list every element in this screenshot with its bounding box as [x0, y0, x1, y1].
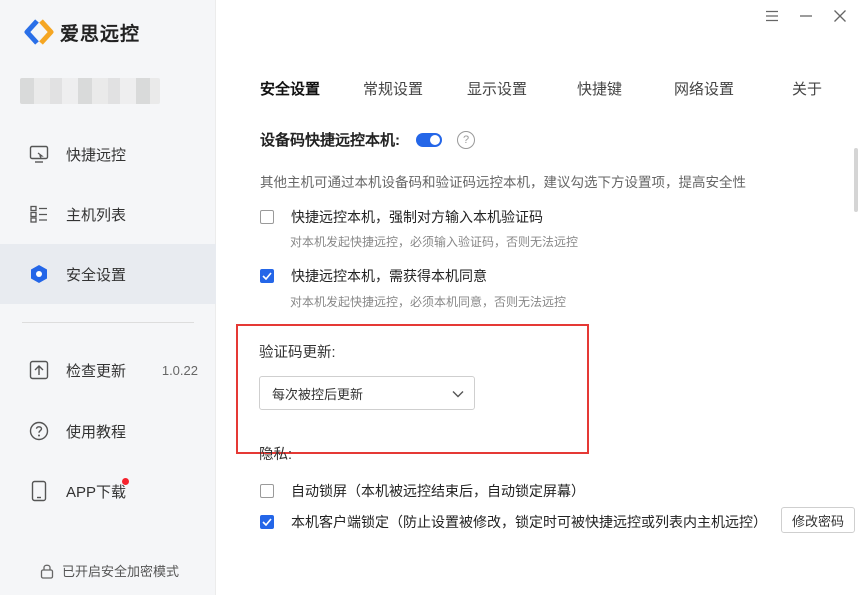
menu-icon[interactable]: [764, 8, 780, 24]
sidebar-item-label: 主机列表: [66, 206, 127, 224]
sidebar-item-tutorial[interactable]: 使用教程: [0, 401, 216, 461]
app-logo-icon: [24, 19, 54, 45]
sidebar-divider: [22, 322, 194, 323]
code-update-label: 验证码更新:: [259, 345, 336, 361]
notification-dot: [122, 478, 129, 485]
tab-general-settings[interactable]: 常规设置: [363, 78, 423, 99]
version-label: 1.0.22: [161, 362, 198, 378]
option-sub-row: 对本机发起快捷远控，必须本机同意，否则无法远控: [290, 293, 566, 310]
change-password-button[interactable]: 修改密码: [781, 507, 855, 533]
option-label: 自动锁屏（本机被远控结束后，自动锁定屏幕）: [291, 483, 585, 499]
option-sub-description: 对本机发起快捷远控，必须输入验证码，否则无法远控: [290, 235, 579, 249]
option-label: 快捷远控本机，强制对方输入本机验证码: [291, 209, 543, 225]
list-icon: [28, 203, 50, 225]
tab-shortcuts[interactable]: 快捷键: [577, 78, 622, 99]
option-label: 本机客户端锁定（防止设置被修改，锁定时可被快捷远控或列表内主机远控）: [291, 514, 767, 530]
option-client-lock[interactable]: 本机客户端锁定（防止设置被修改，锁定时可被快捷远控或列表内主机远控）: [260, 512, 767, 532]
option-auto-lock[interactable]: 自动锁屏（本机被远控结束后，自动锁定屏幕）: [260, 481, 585, 501]
scrollbar[interactable]: [854, 148, 858, 212]
minimize-icon[interactable]: [798, 8, 814, 24]
option-label: 快捷远控本机，需获得本机同意: [291, 268, 487, 284]
tab-about[interactable]: 关于: [792, 78, 822, 99]
sidebar-item-label: 快捷远控: [66, 146, 127, 164]
sidebar-item-quick-remote[interactable]: 快捷远控: [0, 124, 216, 184]
lock-icon: [40, 563, 54, 579]
brand: 爱思远控: [24, 18, 140, 46]
code-update-selected-value: 每次被控后更新: [272, 386, 364, 402]
client-lock-checkbox[interactable]: [260, 515, 274, 529]
shield-icon: [28, 263, 50, 285]
code-update-select[interactable]: 每次被控后更新: [259, 376, 475, 410]
privacy-label-row: 隐私:: [259, 443, 292, 464]
sidebar-item-label: 安全设置: [66, 266, 127, 284]
sidebar-item-security-settings[interactable]: 安全设置: [0, 244, 216, 304]
phone-icon: [28, 480, 50, 502]
checkmark-icon: [262, 272, 272, 280]
option-sub-description: 对本机发起快捷远控，必须本机同意，否则无法远控: [290, 295, 567, 309]
privacy-label: 隐私:: [259, 447, 293, 463]
upload-icon: [28, 359, 50, 381]
option-sub-row: 对本机发起快捷远控，必须输入验证码，否则无法远控: [290, 233, 578, 250]
user-avatar-blurred[interactable]: [20, 78, 160, 104]
tab-display-settings[interactable]: 显示设置: [467, 78, 527, 99]
remote-desktop-icon: [28, 143, 50, 165]
tab-network-settings[interactable]: 网络设置: [674, 78, 734, 99]
checkmark-icon: [262, 518, 272, 526]
sidebar-item-host-list[interactable]: 主机列表: [0, 184, 216, 244]
sidebar: 爱思远控 快捷远控 主机列表 安全设置 检查更新 1.0.22 使用教程 APP…: [0, 0, 216, 595]
quick-remote-toggle[interactable]: [416, 132, 442, 147]
quick-remote-row: 设备码快捷远控本机: ?: [260, 129, 475, 150]
force-verification-checkbox[interactable]: [260, 210, 274, 224]
code-update-label-row: 验证码更新:: [259, 341, 336, 362]
window-controls: [764, 8, 848, 24]
security-description-row: 其他主机可通过本机设备码和验证码远控本机，建议勾选下方设置项，提高安全性: [260, 171, 746, 191]
quick-remote-title: 设备码快捷远控本机:: [260, 132, 400, 149]
sidebar-item-check-update[interactable]: 检查更新 1.0.22: [0, 340, 216, 400]
help-icon[interactable]: ?: [457, 130, 475, 149]
auto-lock-checkbox[interactable]: [260, 484, 274, 498]
encryption-status-label: 已开启安全加密模式: [62, 564, 180, 579]
sidebar-item-label: APP下载: [66, 483, 127, 501]
option-require-consent[interactable]: 快捷远控本机，需获得本机同意: [260, 266, 487, 286]
sidebar-item-label: 检查更新: [66, 362, 127, 380]
sidebar-item-app-download[interactable]: APP下载: [0, 461, 216, 521]
option-force-verification[interactable]: 快捷远控本机，强制对方输入本机验证码: [260, 207, 543, 227]
security-description: 其他主机可通过本机设备码和验证码远控本机，建议勾选下方设置项，提高安全性: [260, 175, 746, 190]
encryption-status: 已开启安全加密模式: [40, 561, 179, 580]
close-icon[interactable]: [832, 8, 848, 24]
chevron-down-icon: [452, 386, 464, 401]
help-circle-icon: [28, 420, 50, 442]
sidebar-item-label: 使用教程: [66, 423, 127, 441]
tab-security-settings[interactable]: 安全设置: [260, 78, 320, 99]
app-name: 爱思远控: [60, 23, 141, 45]
require-consent-checkbox[interactable]: [260, 269, 274, 283]
